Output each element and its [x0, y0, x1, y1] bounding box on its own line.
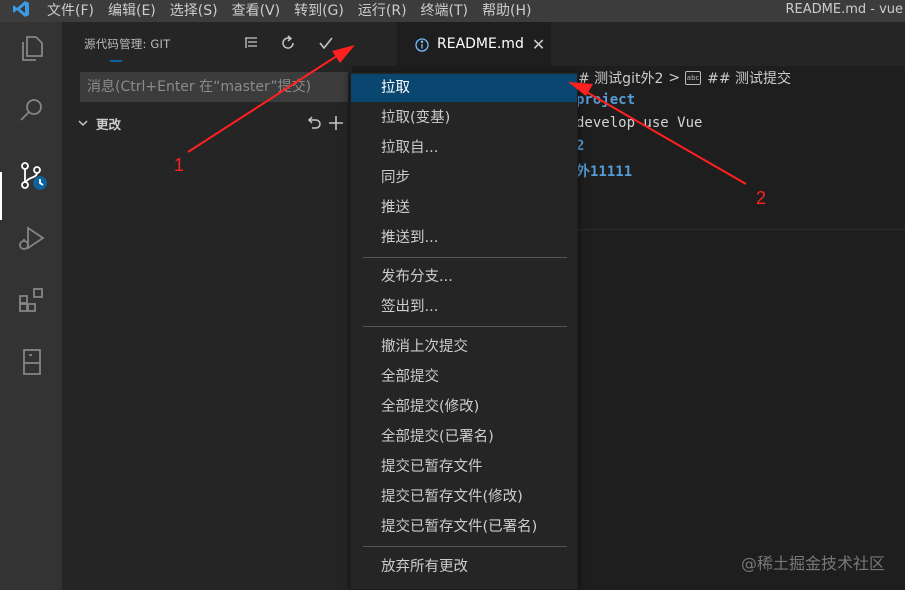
menu-item-undo-last-commit[interactable]: 撤消上次提交	[351, 333, 577, 361]
watermark: @稀土掘金技术社区	[740, 554, 885, 573]
menu-item-commit-staged-amend[interactable]: 提交已暂存文件(修改)	[351, 483, 577, 511]
run-debug-icon[interactable]	[12, 218, 52, 258]
menu-item-push-to[interactable]: 推送到...	[351, 224, 577, 252]
menu-item-commit-all-signed[interactable]: 全部提交(已署名)	[351, 423, 577, 451]
search-icon[interactable]	[12, 90, 52, 130]
menu-view[interactable]: 查看(V)	[225, 0, 288, 22]
breadcrumb: # 测试git外2 > abc ## 测试提交	[578, 68, 791, 88]
breadcrumb-separator: >	[668, 70, 681, 86]
menu-help[interactable]: 帮助(H)	[475, 0, 538, 22]
source-control-icon[interactable]	[12, 156, 52, 196]
explorer-icon[interactable]	[12, 28, 52, 68]
menu-run[interactable]: 运行(R)	[351, 0, 414, 22]
tab-label: README.md	[437, 36, 524, 52]
annotation-label-2: 2	[756, 188, 767, 208]
menu-item-push[interactable]: 推送	[351, 194, 577, 222]
menu-item-commit-staged[interactable]: 提交已暂存文件	[351, 453, 577, 481]
refresh-icon[interactable]	[277, 32, 299, 54]
breadcrumb-item-heading1[interactable]: # 测试git外2	[578, 68, 663, 88]
menu-item-sync[interactable]: 同步	[351, 164, 577, 192]
commit-check-icon[interactable]	[315, 32, 337, 54]
active-indicator	[0, 172, 2, 220]
menu-terminal[interactable]: 终端(T)	[414, 0, 475, 22]
header-underline	[110, 60, 122, 62]
menu-file[interactable]: 文件(F)	[40, 0, 101, 22]
editor-tab-bar: README.md ✕	[352, 22, 905, 66]
menu-separator	[363, 326, 567, 327]
chevron-down-icon	[76, 115, 92, 131]
menu-item-commit-all[interactable]: 全部提交	[351, 363, 577, 391]
close-icon[interactable]: ✕	[532, 35, 545, 54]
menu-go[interactable]: 转到(G)	[287, 0, 351, 22]
menu-item-pull-from[interactable]: 拉取自...	[351, 134, 577, 162]
info-icon	[415, 37, 429, 52]
menu-bar: 文件(F) 编辑(E) 选择(S) 查看(V) 转到(G) 运行(R) 终端(T…	[0, 0, 905, 22]
discard-changes-icon[interactable]	[304, 113, 324, 133]
activity-bar	[0, 22, 62, 590]
menu-selection[interactable]: 选择(S)	[163, 0, 225, 22]
menu-item-commit-staged-signed[interactable]: 提交已暂存文件(已署名)	[351, 513, 577, 541]
changes-section-header[interactable]: 更改	[62, 112, 352, 134]
menu-item-checkout-to[interactable]: 签出到...	[351, 293, 577, 321]
tab-readme[interactable]: README.md ✕	[397, 22, 551, 66]
window-title: README.md - vue	[785, 2, 903, 17]
code-line-4: 外11111	[576, 164, 633, 180]
menu-item-discard-all[interactable]: 放弃所有更改	[351, 553, 577, 581]
markdown-heading-icon: abc	[685, 71, 702, 85]
extensions-icon[interactable]	[12, 280, 52, 320]
sidebar-header-title: 源代码管理: GIT	[84, 37, 171, 51]
breadcrumb-item-heading2[interactable]: ## 测试提交	[707, 68, 791, 88]
menu-item-pull-rebase[interactable]: 拉取(变基)	[351, 104, 577, 132]
remote-explorer-icon[interactable]	[12, 342, 52, 382]
menu-separator	[363, 546, 567, 547]
more-actions-context-menu: 拉取 拉取(变基) 拉取自... 同步 推送 推送到... 发布分支... 签出…	[350, 72, 578, 590]
menu-separator	[363, 257, 567, 258]
annotation-label-1: 1	[174, 155, 185, 175]
stage-all-plus-icon[interactable]	[326, 113, 346, 133]
changes-label: 更改	[96, 116, 122, 132]
view-as-tree-icon[interactable]	[240, 32, 262, 54]
menu-edit[interactable]: 编辑(E)	[101, 0, 163, 22]
code-line-2: develop use Vue	[576, 115, 703, 131]
code-line-1: project	[576, 92, 636, 108]
menu-item-publish-branch[interactable]: 发布分支...	[351, 263, 577, 291]
menu-item-commit-all-amend[interactable]: 全部提交(修改)	[351, 393, 577, 421]
source-control-sidebar: 源代码管理: GIT 消息(Ctrl+Enter 在“master”提交) 更改	[62, 22, 373, 590]
vscode-logo-icon	[0, 0, 40, 22]
commit-message-input[interactable]: 消息(Ctrl+Enter 在“master”提交)	[80, 72, 348, 102]
menu-item-pull[interactable]: 拉取	[351, 74, 577, 102]
editor-divider	[570, 229, 905, 230]
